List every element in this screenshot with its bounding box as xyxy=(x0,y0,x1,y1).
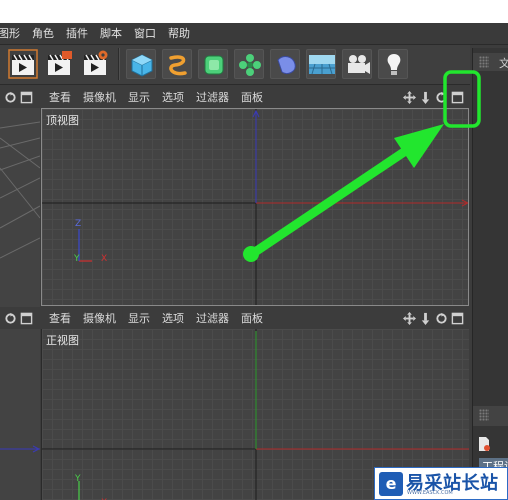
attributes-mode-row xyxy=(477,436,507,454)
gizmo-y-label: Y xyxy=(74,254,80,264)
cube-icon xyxy=(131,54,153,77)
viewport-menu-view[interactable]: 查看 xyxy=(43,310,77,326)
menu-item-character[interactable]: 角色 xyxy=(26,23,60,45)
spline-icon xyxy=(169,55,187,76)
viewport-menu-bar: 查看 摄像机 显示 选项 过滤器 面板 xyxy=(0,307,472,329)
viewport-menu-filter[interactable]: 过滤器 xyxy=(190,310,235,326)
watermark-subtext: WWW.EASCK.COM xyxy=(407,490,453,496)
perspective-grid-lines xyxy=(0,121,40,259)
watermark-logo: e xyxy=(379,472,403,496)
viewport-menu-view[interactable]: 查看 xyxy=(43,89,77,105)
floor-icon xyxy=(309,55,335,75)
perspective-view-partial[interactable] xyxy=(0,108,40,307)
viewport-menu-display[interactable]: 显示 xyxy=(122,310,156,326)
zoom-view-icon[interactable] xyxy=(419,91,432,104)
viewport-menu-camera[interactable]: 摄像机 xyxy=(77,89,122,105)
right-view-partial[interactable] xyxy=(0,329,40,500)
render-view-button[interactable] xyxy=(8,49,38,79)
viewport-menu-options[interactable]: 选项 xyxy=(156,89,190,105)
gizmo-x-label: X xyxy=(101,254,108,264)
floor-button[interactable] xyxy=(306,49,336,79)
menu-item-script[interactable]: 脚本 xyxy=(94,23,128,45)
light-button[interactable] xyxy=(378,49,408,79)
maximize-view-icon[interactable] xyxy=(451,312,464,325)
clapper-render-icon xyxy=(48,51,72,75)
viewport-menu-panel[interactable]: 面板 xyxy=(235,89,269,105)
gizmo-z-label: Z xyxy=(75,219,82,229)
viewport-menu-filter[interactable]: 过滤器 xyxy=(190,89,235,105)
rotate-view-icon[interactable] xyxy=(435,91,448,104)
clapper-settings-icon xyxy=(84,50,108,75)
move-view-icon[interactable] xyxy=(403,90,416,104)
cube-button[interactable] xyxy=(126,49,156,79)
deformer-icon xyxy=(277,56,296,75)
panel-grip-icon[interactable] xyxy=(479,409,489,421)
attributes-panel-header xyxy=(473,406,508,426)
toolbar-separator xyxy=(118,48,120,80)
render-picture-button[interactable] xyxy=(44,49,74,79)
viewport-nav-icons xyxy=(403,89,464,105)
right-side-panel: 文 工程设 xyxy=(472,48,508,498)
viewport-menu-camera[interactable]: 摄像机 xyxy=(77,310,122,326)
viewport-menu-bar: 查看 摄像机 显示 选项 过滤器 面板 xyxy=(0,86,472,108)
spline-button[interactable] xyxy=(162,49,192,79)
zoom-view-icon[interactable] xyxy=(419,312,432,325)
viewport-menu-display[interactable]: 显示 xyxy=(122,89,156,105)
subdivision-button[interactable] xyxy=(198,49,228,79)
objects-panel-title: 文 xyxy=(499,57,508,70)
deformer-button[interactable] xyxy=(270,49,300,79)
subdivision-icon xyxy=(204,55,224,75)
panel-grip-icon[interactable] xyxy=(479,56,489,68)
light-bulb-icon xyxy=(387,54,401,75)
top-viewport-panel: 查看 摄像机 显示 选项 过滤器 面板 顶视图 Z Y X xyxy=(0,86,472,307)
menu-item-graphics[interactable]: 图形 xyxy=(0,23,26,45)
top-view-viewport[interactable]: 顶视图 Z Y X xyxy=(41,108,469,306)
right-view-axes xyxy=(0,445,40,453)
menu-item-plugins[interactable]: 插件 xyxy=(60,23,94,45)
cinema4d-window: 图形 角色 插件 脚本 窗口 帮助 文 查看 摄像机 显示 选项 过滤器 面板 … xyxy=(0,23,508,500)
camera-icon xyxy=(348,55,370,74)
site-watermark: e 易采站长站 WWW.EASCK.COM xyxy=(374,467,508,500)
viewport-menu-panel[interactable]: 面板 xyxy=(235,310,269,326)
document-icon[interactable] xyxy=(477,436,491,452)
menu-bar: 图形 角色 插件 脚本 窗口 帮助 xyxy=(0,23,508,45)
clapper-render-view-icon xyxy=(8,49,38,79)
viewport-menu-options[interactable]: 选项 xyxy=(156,310,190,326)
move-view-icon[interactable] xyxy=(403,311,416,325)
objects-panel-header: 文 xyxy=(473,53,508,71)
menu-item-help[interactable]: 帮助 xyxy=(162,23,196,45)
viewport-nav-icons xyxy=(403,310,464,326)
main-toolbar xyxy=(0,45,470,85)
camera-button[interactable] xyxy=(342,49,372,79)
rotate-view-icon[interactable] xyxy=(435,312,448,325)
array-icon xyxy=(239,54,261,76)
gizmo-y-label: Y xyxy=(75,474,81,484)
render-settings-button[interactable] xyxy=(80,49,110,79)
menu-item-window[interactable]: 窗口 xyxy=(128,23,162,45)
array-button[interactable] xyxy=(234,49,264,79)
top-view-axes xyxy=(42,109,468,305)
maximize-view-icon[interactable] xyxy=(451,91,464,104)
